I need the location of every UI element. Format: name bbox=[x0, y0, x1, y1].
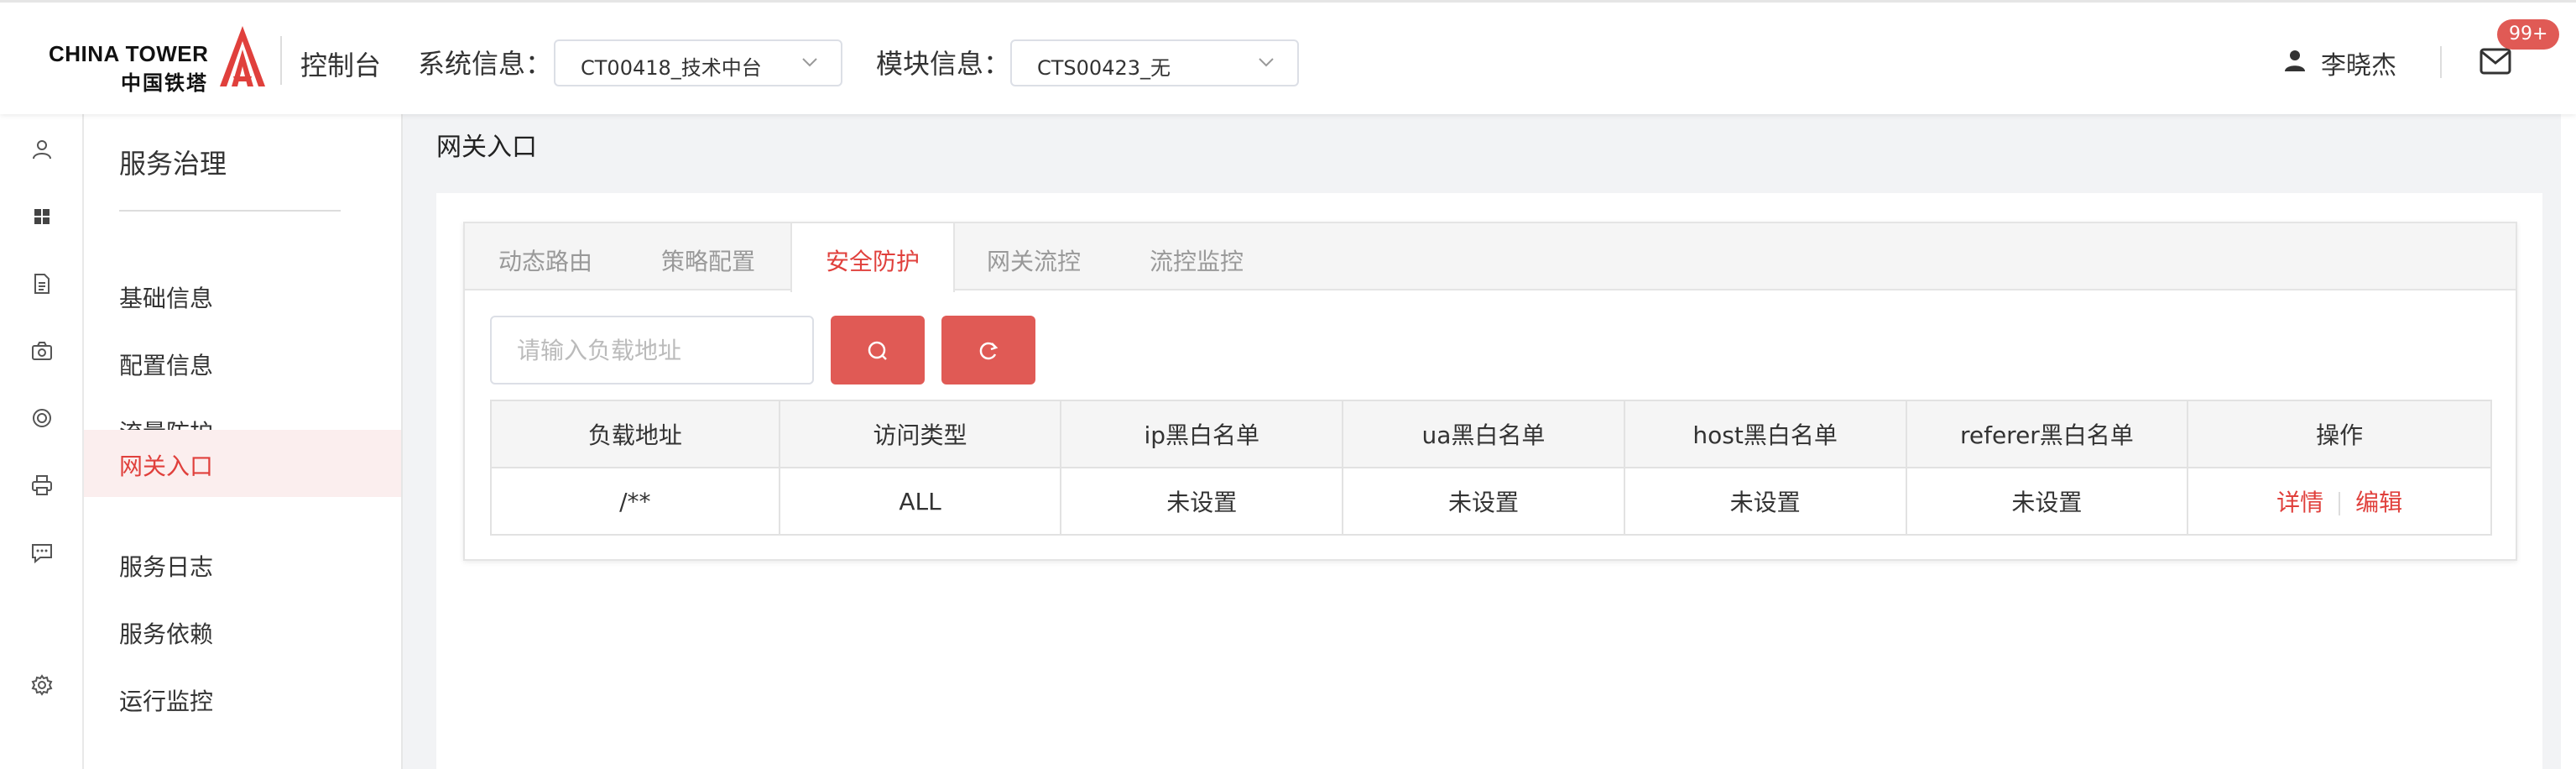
sidebar-item-config-info[interactable]: 配置信息 bbox=[84, 329, 401, 396]
tab-policy-config[interactable]: 策略配置 bbox=[661, 223, 762, 290]
sidebar-item-basic-info[interactable]: 基础信息 bbox=[84, 262, 401, 329]
tab-bar: 动态路由 策略配置 安全防护 网关流控 流控监控 bbox=[465, 223, 2516, 292]
edit-link[interactable]: 编辑 bbox=[2340, 489, 2417, 516]
sidebar-item-gateway-entry[interactable]: 网关入口 bbox=[84, 430, 401, 497]
tab-gateway-flow-control[interactable]: 网关流控 bbox=[987, 223, 1087, 290]
user-name: 李晓杰 bbox=[2321, 51, 2396, 81]
cell-ua-list: 未设置 bbox=[1342, 467, 1625, 536]
chat-icon[interactable] bbox=[30, 541, 54, 564]
system-select-value: CT00418_技术中台 bbox=[581, 56, 762, 80]
column-header: ip黑白名单 bbox=[1060, 400, 1344, 468]
tab-label: 网关流控 bbox=[987, 248, 1082, 275]
sidebar-item-label: 网关入口 bbox=[119, 453, 214, 480]
column-header: 访问类型 bbox=[778, 400, 1062, 468]
sidebar-item-runtime-monitor[interactable]: 运行监控 bbox=[84, 665, 401, 732]
tabs-panel: 动态路由 策略配置 安全防护 网关流控 流控监控 负载地址 访问类型 ip黑白名… bbox=[463, 222, 2517, 561]
service-sidebar: 服务治理 基础信息 配置信息 流量防护 网关入口 服务日志 服务依赖 运行监控 bbox=[84, 114, 403, 769]
search-icon bbox=[868, 341, 887, 360]
top-header: CHINA TOWER 中国铁塔 控制台 系统信息： CT00418_技术中台 … bbox=[0, 0, 2576, 114]
cell-access-type: ALL bbox=[778, 467, 1062, 536]
column-header: host黑白名单 bbox=[1623, 400, 1907, 468]
system-label: 系统信息： bbox=[418, 48, 553, 80]
icon-rail bbox=[0, 114, 84, 769]
tab-dynamic-routing[interactable]: 动态路由 bbox=[498, 223, 599, 290]
column-header: 负载地址 bbox=[490, 400, 780, 468]
cell-ip-list: 未设置 bbox=[1060, 467, 1344, 536]
cell-host-list: 未设置 bbox=[1623, 467, 1907, 536]
refresh-icon bbox=[979, 342, 999, 360]
module-select[interactable]: CTS00423_无 bbox=[1010, 39, 1299, 86]
cell-actions: 详情 编辑 bbox=[2187, 467, 2492, 536]
lifebuoy-icon[interactable] bbox=[30, 406, 54, 430]
header-divider bbox=[2440, 46, 2442, 78]
sidebar-item-service-dependency[interactable]: 服务依赖 bbox=[84, 598, 401, 665]
notification-badge: 99+ bbox=[2497, 19, 2560, 50]
mail-icon[interactable] bbox=[2479, 46, 2512, 76]
sidebar-divider bbox=[119, 210, 341, 212]
cell-load-address: /** bbox=[490, 467, 780, 536]
module-label: 模块信息： bbox=[876, 48, 1011, 80]
logo-text-cn: 中国铁塔 bbox=[121, 71, 208, 95]
tab-label: 安全防护 bbox=[826, 248, 920, 275]
sidebar-item-label: 基础信息 bbox=[119, 285, 214, 312]
chevron-down-icon bbox=[1259, 58, 1274, 67]
module-select-value: CTS00423_无 bbox=[1037, 56, 1171, 80]
cell-referer-list: 未设置 bbox=[1905, 467, 2189, 536]
reset-button[interactable] bbox=[941, 316, 1035, 384]
table-header-row: 负载地址 访问类型 ip黑白名单 ua黑白名单 host黑白名单 referer… bbox=[490, 400, 2492, 468]
page-title: 网关入口 bbox=[436, 133, 537, 162]
camera-icon[interactable] bbox=[30, 339, 54, 363]
sidebar-item-label: 运行监控 bbox=[119, 688, 214, 715]
table-row: /** ALL 未设置 未设置 未设置 未设置 详情 编辑 bbox=[490, 467, 2492, 536]
printer-icon[interactable] bbox=[30, 473, 54, 497]
system-select[interactable]: CT00418_技术中台 bbox=[554, 39, 842, 86]
grid-icon[interactable] bbox=[30, 205, 54, 228]
logo-text-en: CHINA TOWER bbox=[49, 41, 209, 66]
chevron-down-icon bbox=[802, 58, 817, 67]
user-icon bbox=[2285, 50, 2305, 71]
header-divider bbox=[280, 36, 282, 85]
tower-logo-icon bbox=[220, 26, 265, 86]
security-table: 负载地址 访问类型 ip黑白名单 ua黑白名单 host黑白名单 referer… bbox=[490, 400, 2492, 536]
gear-icon[interactable] bbox=[30, 673, 54, 697]
user-icon[interactable] bbox=[30, 138, 54, 161]
load-address-search-input[interactable] bbox=[490, 316, 814, 384]
search-button[interactable] bbox=[831, 316, 925, 384]
tab-label: 流控监控 bbox=[1150, 248, 1244, 275]
page-scrollbar[interactable] bbox=[2561, 114, 2576, 769]
column-header: 操作 bbox=[2187, 400, 2492, 468]
sidebar-item-label: 服务日志 bbox=[119, 553, 214, 581]
sidebar-item-label: 配置信息 bbox=[119, 352, 214, 379]
column-header: ua黑白名单 bbox=[1342, 400, 1625, 468]
column-header: referer黑白名单 bbox=[1905, 400, 2189, 468]
tab-label: 策略配置 bbox=[661, 248, 756, 275]
console-title: 控制台 bbox=[300, 50, 382, 81]
tab-security-protection[interactable]: 安全防护 bbox=[790, 223, 955, 292]
sidebar-item-service-logs[interactable]: 服务日志 bbox=[84, 531, 401, 598]
china-tower-logo[interactable]: CHINA TOWER 中国铁塔 bbox=[49, 24, 267, 95]
document-icon[interactable] bbox=[30, 272, 54, 296]
tab-label: 动态路由 bbox=[498, 248, 593, 275]
tab-flow-control-monitor[interactable]: 流控监控 bbox=[1150, 223, 1250, 290]
sidebar-item-label: 服务依赖 bbox=[119, 620, 214, 648]
details-link[interactable]: 详情 bbox=[2261, 489, 2339, 516]
sidebar-title: 服务治理 bbox=[119, 148, 227, 180]
